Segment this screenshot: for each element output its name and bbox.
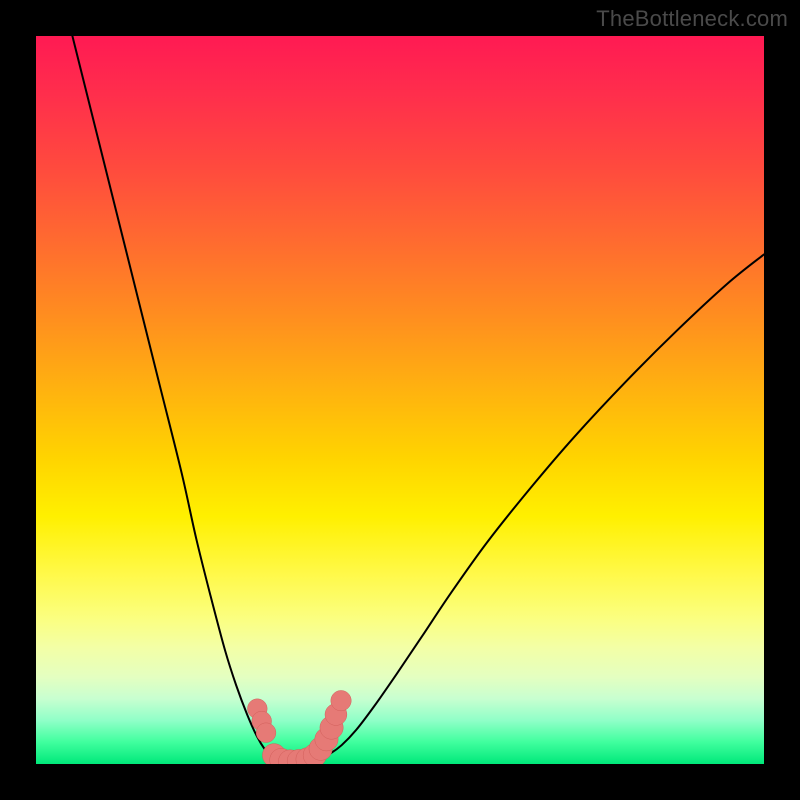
curve-left-branch — [72, 36, 272, 758]
watermark-text: TheBottleneck.com — [596, 6, 788, 32]
chart-svg — [36, 36, 764, 764]
curve-layer — [72, 36, 764, 763]
valley-marker — [256, 723, 276, 743]
valley-marker — [331, 690, 351, 710]
plot-area — [36, 36, 764, 764]
curve-right-branch — [320, 254, 764, 758]
marker-layer — [247, 690, 351, 764]
chart-frame: TheBottleneck.com — [0, 0, 800, 800]
